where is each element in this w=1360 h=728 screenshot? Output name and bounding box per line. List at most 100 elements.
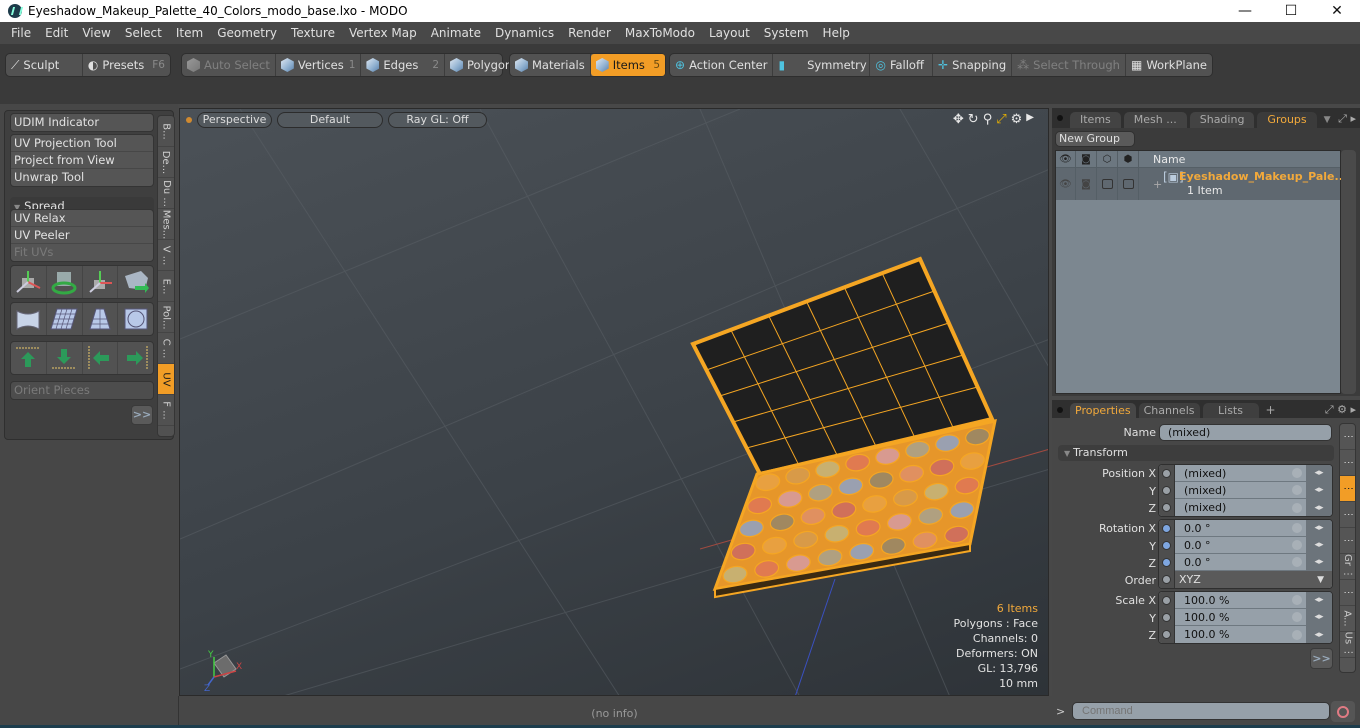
tab-items[interactable]: Items — [1070, 112, 1121, 128]
scale-y-field[interactable]: 100.0 % — [1175, 611, 1292, 624]
menu-layout[interactable]: Layout — [702, 26, 757, 40]
orient-pieces-button[interactable]: Orient Pieces — [11, 382, 153, 399]
keyframe-dot[interactable] — [1159, 592, 1175, 609]
menu-help[interactable]: Help — [816, 26, 857, 40]
position-y-field[interactable]: (mixed) — [1175, 484, 1292, 497]
menu-render[interactable]: Render — [561, 26, 618, 40]
keyframe-dot[interactable] — [1159, 481, 1175, 499]
snapping-button[interactable]: ✛ Snapping — [933, 54, 1013, 76]
prop-side-tab[interactable]: ⋮ — [1340, 450, 1355, 476]
position-z-field[interactable]: (mixed) — [1175, 501, 1292, 514]
command-input[interactable] — [1072, 702, 1330, 720]
lock-cube-icon[interactable]: ⬡ — [1097, 151, 1118, 167]
align-top-button[interactable] — [11, 342, 47, 374]
taper-uv-button[interactable] — [83, 303, 119, 335]
workplane-button[interactable]: ▦ WorkPlane — [1126, 54, 1212, 76]
row-select-checkbox[interactable] — [1118, 168, 1139, 200]
menu-system[interactable]: System — [757, 26, 816, 40]
align-right-button[interactable] — [118, 342, 153, 374]
select-through-button[interactable]: ⁂ Select Through — [1012, 54, 1126, 76]
slider-arrows-icon[interactable]: ◂▸ — [1306, 553, 1332, 571]
tab-properties[interactable]: Properties — [1070, 403, 1136, 418]
viewport-status-dot[interactable] — [186, 117, 192, 123]
tab-shading[interactable]: Shading — [1189, 112, 1255, 128]
panel-expand-gear-icon[interactable]: ⤢ ⚙ ▸ — [1325, 403, 1360, 417]
rotate-uv-button[interactable] — [47, 266, 83, 298]
keyframe-dot[interactable] — [1159, 465, 1175, 482]
menu-animate[interactable]: Animate — [424, 26, 488, 40]
close-button[interactable]: ✕ — [1314, 0, 1360, 22]
side-tab-uv[interactable]: UV — [158, 364, 174, 395]
prop-side-tab-groups[interactable]: Gr ⋮ — [1340, 554, 1355, 580]
panel-expand-icon[interactable]: ⤢ ▸ — [1338, 112, 1360, 126]
side-tab-duplicate[interactable]: Du ... — [158, 178, 174, 209]
fit-uvs-button[interactable]: Fit UVs — [11, 244, 153, 261]
view-mode-dropdown[interactable]: Perspective — [197, 112, 272, 128]
slider-arrows-icon[interactable]: ◂▸ — [1306, 536, 1332, 554]
order-dropdown[interactable]: XYZ — [1175, 573, 1317, 586]
sculpt-button[interactable]: ⟋ Sculpt — [6, 54, 83, 76]
wrap-uv-button[interactable] — [11, 303, 47, 335]
more-tools-button[interactable]: >> — [131, 405, 153, 425]
side-tab-fusion[interactable]: F ... — [158, 395, 174, 426]
slider-arrows-icon[interactable]: ◂▸ — [1306, 626, 1332, 643]
prop-side-tab[interactable]: ⋮ — [1340, 580, 1355, 606]
group-row[interactable]: 👁 ◙ + [▣] Eyeshadow_Makeup_Pale... 1 Ite… — [1056, 168, 1347, 200]
scale-x-field[interactable]: 100.0 % — [1175, 594, 1292, 607]
select-cube-icon[interactable]: ⬢ — [1118, 151, 1139, 167]
reset-icon[interactable] — [1292, 502, 1302, 513]
reset-icon[interactable] — [1292, 485, 1302, 495]
maximize-view-icon[interactable]: ⤢ — [996, 112, 1006, 127]
slider-arrows-icon[interactable]: ◂▸ — [1306, 499, 1332, 516]
reset-icon[interactable] — [1292, 557, 1302, 567]
move-uv-button[interactable] — [11, 266, 47, 298]
prop-side-tab-active[interactable]: ⋮ — [1340, 476, 1355, 502]
dropdown-arrow-icon[interactable]: ▼ — [1317, 575, 1332, 585]
pan-icon[interactable]: ✥ — [953, 112, 964, 127]
row-lock-checkbox[interactable] — [1097, 168, 1118, 200]
keyframe-dot[interactable] — [1159, 553, 1175, 571]
side-tab-basic[interactable]: B... — [158, 116, 174, 147]
presets-button[interactable]: ◐ Presets F6 — [83, 54, 170, 76]
viewport-menu-arrow-icon[interactable]: ▶ — [1026, 112, 1034, 127]
scale-z-field[interactable]: 100.0 % — [1175, 628, 1292, 641]
grid-uv-button[interactable] — [47, 303, 83, 335]
row-render-icon[interactable]: ◙ — [1076, 168, 1097, 200]
menu-file[interactable]: File — [4, 26, 38, 40]
slider-arrows-icon[interactable]: ◂▸ — [1306, 481, 1332, 499]
prop-side-tab[interactable]: ⋮ — [1340, 528, 1355, 554]
side-tab-mesh[interactable]: Mes... — [158, 209, 174, 240]
project-from-view-button[interactable]: Project from View — [11, 152, 153, 169]
menu-select[interactable]: Select — [118, 26, 169, 40]
menu-view[interactable]: View — [75, 26, 117, 40]
row-visibility-icon[interactable]: 👁 — [1056, 168, 1076, 200]
vertices-button[interactable]: Vertices 1 — [276, 54, 362, 76]
transform-uv-button[interactable] — [83, 266, 119, 298]
keyframe-dot[interactable] — [1159, 608, 1175, 626]
maximize-button[interactable]: ☐ — [1268, 0, 1314, 22]
menu-dynamics[interactable]: Dynamics — [488, 26, 561, 40]
reset-icon[interactable] — [1292, 540, 1302, 550]
side-tab-deform[interactable]: De... — [158, 147, 174, 178]
position-x-field[interactable]: (mixed) — [1175, 467, 1292, 480]
keyframe-dot[interactable] — [1159, 499, 1175, 516]
prop-side-tab-user[interactable]: Us ⋮ — [1340, 632, 1355, 658]
keyframe-dot[interactable] — [1159, 626, 1175, 643]
keyframe-dot[interactable] — [1159, 571, 1175, 588]
udim-indicator-button[interactable]: UDIM Indicator — [11, 114, 153, 131]
render-camera-icon[interactable]: ◙ — [1076, 151, 1097, 167]
mirror-uv-button[interactable] — [118, 266, 153, 298]
add-tab-button[interactable]: + — [1266, 403, 1276, 417]
align-left-button[interactable] — [83, 342, 119, 374]
symmetry-button[interactable]: ▮ Symmetry — [773, 54, 871, 76]
3d-viewport[interactable]: Perspective Default Ray GL: Off ✥ ↻ ⚲ ⤢ … — [179, 108, 1049, 696]
transform-section-toggle[interactable]: ▼ Transform — [1058, 445, 1334, 461]
slider-arrows-icon[interactable]: ◂▸ — [1306, 520, 1332, 537]
uv-projection-tool-button[interactable]: UV Projection Tool — [11, 135, 153, 152]
rotation-z-field[interactable]: 0.0 ° — [1175, 556, 1292, 569]
expand-toggle[interactable]: + — [1153, 178, 1162, 191]
side-tab-edge[interactable]: E... — [158, 271, 174, 302]
items-button[interactable]: Items 5 — [590, 54, 665, 76]
prop-side-tab-assembly[interactable]: A... — [1340, 606, 1355, 632]
reset-icon[interactable] — [1292, 629, 1302, 640]
